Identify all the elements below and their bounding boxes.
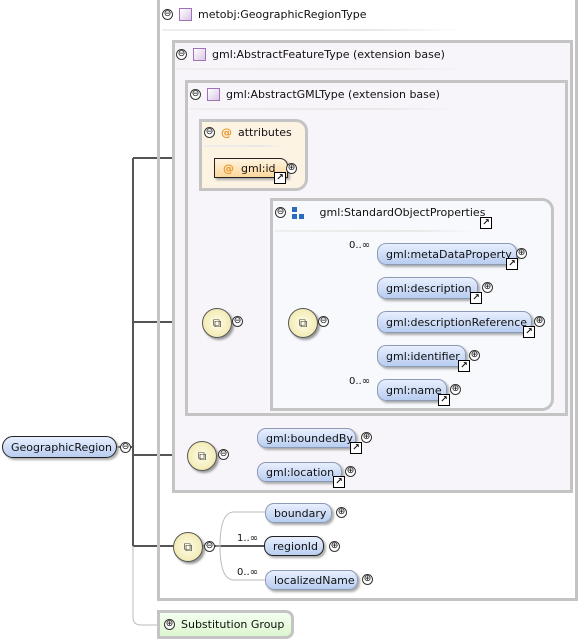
expand-icon[interactable]: ⊕ — [329, 541, 340, 552]
cardinality: 0..∞ — [349, 376, 371, 387]
cardinality: 0..∞ — [237, 567, 259, 578]
link-icon[interactable]: ↗ — [470, 292, 482, 304]
cardinality: 1..∞ — [237, 533, 259, 544]
substitution-group[interactable]: ⊕ Substitution Group — [157, 610, 294, 639]
group-title: ⊖ gml:StandardObjectProperties — [275, 206, 485, 219]
sequence-icon: ⧉ — [288, 308, 318, 338]
collapse-icon[interactable]: ⊖ — [176, 49, 187, 60]
gml-type-label: gml:AbstractGMLType (extension base) — [226, 88, 440, 101]
sequence-icon: ⧉ — [173, 532, 203, 562]
expand-icon[interactable]: ⊕ — [534, 316, 545, 327]
complex-type-icon — [179, 8, 192, 21]
expand-icon[interactable]: ⊕ — [450, 384, 461, 395]
collapse-icon[interactable]: ⊖ — [120, 442, 131, 453]
expand-icon[interactable]: ⊕ — [286, 163, 297, 174]
link-icon[interactable]: ↗ — [274, 172, 286, 184]
link-icon[interactable]: ↗ — [333, 476, 345, 488]
feature-label: gml:AbstractFeatureType (extension base) — [212, 48, 445, 61]
complex-type-icon — [193, 48, 206, 61]
feature-title: ⊖ gml:AbstractFeatureType (extension base… — [176, 48, 445, 61]
collapse-icon[interactable]: ⊖ — [190, 89, 201, 100]
sequence-icon: ⧉ — [187, 441, 217, 471]
cardinality: 0..∞ — [349, 240, 371, 251]
type-label: metobj:GeographicRegionType — [198, 8, 367, 21]
attributes-title: ⊖ @ attributes — [204, 126, 292, 139]
collapse-icon[interactable]: ⊖ — [275, 207, 286, 218]
attributes-label: attributes — [238, 126, 292, 139]
sequence-icon: ⧉ — [202, 308, 232, 338]
link-icon[interactable]: ↗ — [506, 258, 518, 270]
attribute-icon: @ — [221, 126, 232, 139]
expand-icon[interactable]: ⊕ — [482, 282, 493, 293]
link-icon[interactable]: ↗ — [480, 217, 492, 229]
element-boundary[interactable]: boundary — [265, 503, 332, 523]
group-icon — [292, 206, 304, 219]
expand-icon[interactable]: ⊕ — [361, 432, 372, 443]
expand-icon[interactable]: ⊕ — [345, 466, 356, 477]
expand-icon[interactable]: ⊕ — [336, 507, 347, 518]
collapse-icon[interactable]: ⊖ — [218, 449, 229, 460]
collapse-icon[interactable]: ⊖ — [318, 316, 329, 327]
group-label: gml:StandardObjectProperties — [319, 206, 486, 219]
element-description[interactable]: gml:description — [377, 277, 478, 299]
collapse-icon[interactable]: ⊖ — [204, 541, 215, 552]
gml-type-title: ⊖ gml:AbstractGMLType (extension base) — [190, 88, 440, 101]
link-icon[interactable]: ↗ — [458, 360, 470, 372]
link-icon[interactable]: ↗ — [350, 442, 362, 454]
link-icon[interactable]: ↗ — [523, 326, 535, 338]
element-localizedname[interactable]: localizedName — [265, 570, 358, 590]
element-identifier[interactable]: gml:identifier — [377, 345, 466, 367]
attribute-icon: @ — [223, 161, 234, 175]
type-title: ⊖ metobj:GeographicRegionType — [162, 8, 367, 21]
expand-icon[interactable]: ⊕ — [516, 248, 527, 259]
element-boundedby[interactable]: gml:boundedBy — [257, 428, 356, 448]
link-icon[interactable]: ↗ — [438, 394, 450, 406]
element-name[interactable]: gml:name — [377, 379, 447, 401]
element-location[interactable]: gml:location — [257, 462, 342, 482]
complex-type-icon — [207, 88, 220, 101]
expand-icon[interactable]: ⊕ — [469, 350, 480, 361]
collapse-icon[interactable]: ⊖ — [204, 127, 215, 138]
root-element-geographicregion[interactable]: GeographicRegion — [2, 436, 117, 458]
element-metadataproperty[interactable]: gml:metaDataProperty — [377, 243, 517, 265]
expand-icon[interactable]: ⊕ — [362, 574, 373, 585]
expand-icon[interactable]: ⊕ — [164, 619, 175, 630]
collapse-icon[interactable]: ⊖ — [232, 316, 243, 327]
element-regionid[interactable]: regionId — [264, 536, 324, 556]
element-descriptionreference[interactable]: gml:descriptionReference — [377, 311, 532, 333]
collapse-icon[interactable]: ⊖ — [162, 9, 173, 20]
